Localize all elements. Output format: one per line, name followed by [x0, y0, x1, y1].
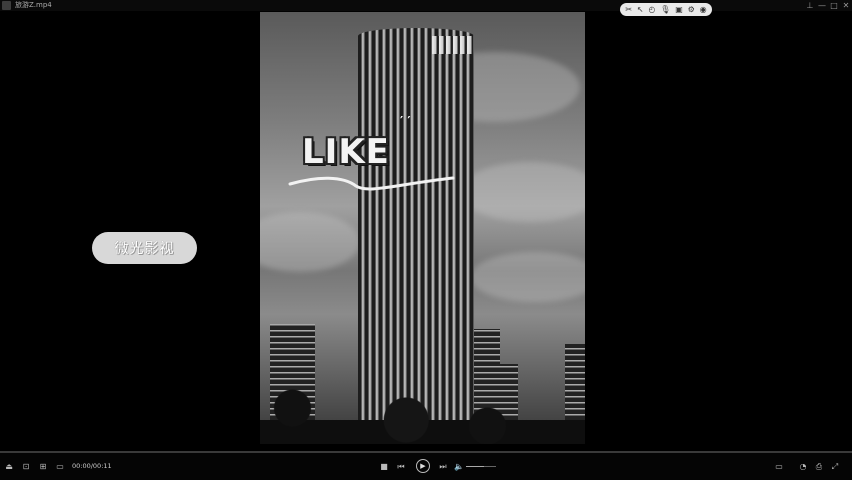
- next-icon[interactable]: ⏭: [438, 453, 448, 480]
- maximize-icon[interactable]: □: [830, 0, 838, 11]
- watermark-badge: 微光影视: [92, 232, 197, 264]
- stop-icon[interactable]: ■: [379, 453, 389, 480]
- swoosh-icon: [288, 176, 455, 191]
- title-bar: 旅游Z.mp4 ⊥ — □ ✕: [0, 0, 852, 11]
- camera-icon[interactable]: ▣: [675, 3, 683, 16]
- control-bar: ⏏ ⊡ ⊞ ▭ 00:00/00:11 ■ ⏮ ▶ ⏭ 🔈 ▭ ◔ ⎙ ⤢: [0, 453, 852, 480]
- timer-icon[interactable]: ◴: [648, 3, 655, 16]
- volume-fill: [466, 466, 484, 467]
- eject-icon[interactable]: ⏏: [4, 453, 14, 480]
- capture-toolbar: ✂ ↖ ◴ 🎙 ▣ ⚙ ◉: [620, 3, 712, 16]
- fullscreen-icon[interactable]: ⤢: [830, 453, 840, 480]
- window-controls: ⊥ — □ ✕: [806, 0, 850, 11]
- cursor-icon[interactable]: ↖: [637, 3, 644, 16]
- pin-icon[interactable]: ⊥: [806, 0, 814, 11]
- play-button[interactable]: ▶: [416, 459, 430, 473]
- subtitle-icon[interactable]: ▭: [55, 453, 65, 480]
- stop-record-icon[interactable]: ◉: [700, 3, 707, 16]
- sparkle-icon: ′ ′: [400, 114, 411, 128]
- player-logo-icon: [2, 1, 11, 10]
- previous-icon[interactable]: ⏮: [396, 453, 406, 480]
- microphone-icon[interactable]: 🎙: [660, 3, 670, 16]
- close-icon[interactable]: ✕: [842, 0, 850, 11]
- display-mode-icon[interactable]: ▭: [774, 453, 784, 480]
- playlist-icon[interactable]: ⊞: [38, 453, 48, 480]
- cloud: [260, 212, 360, 272]
- volume-icon[interactable]: 🔈: [454, 453, 464, 480]
- minimize-icon[interactable]: —: [818, 0, 826, 11]
- video-frame[interactable]: [260, 12, 585, 444]
- volume-slider[interactable]: [466, 466, 496, 467]
- cloud: [470, 252, 585, 302]
- trees: [260, 384, 585, 444]
- screen-capture-icon[interactable]: ✂: [625, 3, 632, 16]
- watermark-text: 微光影视: [114, 241, 175, 257]
- cloud: [460, 162, 585, 222]
- file-title: 旅游Z.mp4: [15, 1, 52, 9]
- settings-icon[interactable]: ⚙: [688, 3, 695, 16]
- tower: [358, 28, 474, 443]
- share-icon[interactable]: ⎙: [814, 453, 824, 480]
- screen-icon[interactable]: ⊡: [21, 453, 31, 480]
- tower-sign: [432, 36, 472, 54]
- like-overlay-text: LIKE: [302, 132, 390, 172]
- speed-icon[interactable]: ◔: [798, 453, 808, 480]
- time-display: 00:00/00:11: [72, 462, 112, 470]
